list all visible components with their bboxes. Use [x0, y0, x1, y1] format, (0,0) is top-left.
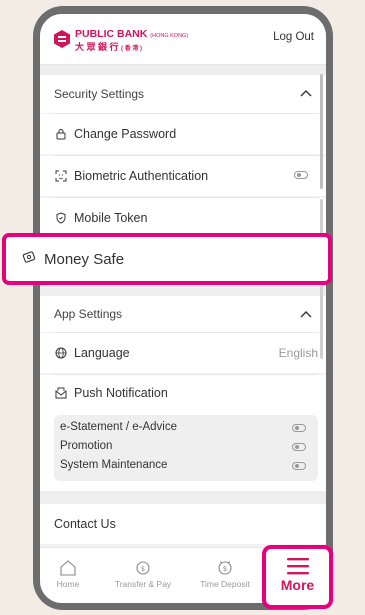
- bank-logo-icon: [54, 30, 70, 48]
- tab-label: Time Deposit: [200, 579, 250, 589]
- globe-icon: [54, 346, 68, 360]
- push-option-label: Promotion: [60, 440, 113, 452]
- biometric-authentication-item: Biometric Authentication: [40, 156, 326, 196]
- tab-transfer-pay[interactable]: $ Transfer & Pay: [108, 547, 178, 603]
- money-safe-label: Money Safe: [44, 250, 125, 268]
- menu-icon: [286, 558, 309, 575]
- push-option-estatement: e-Statement / e-Advice: [60, 421, 312, 439]
- security-settings-title: Security Settings: [54, 87, 145, 101]
- change-password-label: Change Password: [74, 127, 177, 141]
- section-gap: [40, 491, 326, 504]
- bank-region-en: (HONG KONG): [150, 33, 189, 39]
- bank-logo: PUBLIC BANK (HONG KONG) 大 眾 銀 行 ( 香 港 ): [53, 28, 221, 52]
- push-notification-label: Push Notification: [74, 386, 168, 400]
- lock-icon: [54, 127, 68, 141]
- scrollbar-thumb[interactable]: [320, 74, 323, 189]
- section-gap: [40, 65, 326, 75]
- more-label: More: [280, 577, 315, 593]
- language-label: Language: [74, 346, 130, 360]
- language-value: English: [278, 346, 318, 360]
- contact-us-label: Contact Us: [54, 517, 116, 531]
- mobile-token-label: Mobile Token: [74, 211, 148, 225]
- top-bar: PUBLIC BANK (HONG KONG) 大 眾 銀 行 ( 香 港 ) …: [40, 14, 326, 64]
- push-option-label: System Maintenance: [60, 459, 168, 471]
- safe-icon: [22, 250, 36, 268]
- mobile-token-item[interactable]: Mobile Token: [40, 198, 326, 238]
- bank-region-zh: ( 香 港 ): [121, 46, 143, 52]
- svg-text:$: $: [141, 565, 145, 573]
- contact-us-item[interactable]: Contact Us: [40, 504, 326, 544]
- chevron-up-icon: [300, 90, 312, 97]
- tab-label: Transfer & Pay: [114, 579, 172, 589]
- face-id-icon: [54, 169, 68, 183]
- time-deposit-icon: $: [218, 561, 232, 575]
- money-safe-item[interactable]: Money Safe: [2, 233, 332, 285]
- push-notification-item: Push Notification: [40, 375, 326, 411]
- app-settings-title: App Settings: [54, 307, 123, 321]
- push-option-label: e-Statement / e-Advice: [60, 421, 177, 433]
- promotion-toggle[interactable]: [292, 443, 306, 451]
- push-option-system-maintenance: System Maintenance: [60, 459, 312, 477]
- home-icon: [60, 560, 76, 576]
- logout-button[interactable]: Log Out: [273, 31, 314, 43]
- app-settings-header[interactable]: App Settings: [40, 296, 326, 332]
- shield-icon: [54, 211, 68, 225]
- tab-more[interactable]: More: [262, 545, 333, 609]
- bank-name-zh: 大 眾 銀 行: [75, 42, 119, 52]
- estatement-toggle[interactable]: [292, 424, 306, 432]
- biometric-toggle[interactable]: [294, 171, 308, 179]
- security-settings-header[interactable]: Security Settings: [40, 75, 326, 113]
- tab-home[interactable]: Home: [48, 547, 88, 603]
- push-option-promotion: Promotion: [60, 440, 312, 458]
- tab-label: Home: [56, 579, 80, 589]
- svg-text:$: $: [223, 565, 227, 573]
- system-maintenance-toggle[interactable]: [292, 462, 306, 470]
- language-item[interactable]: Language English: [40, 333, 326, 373]
- app-screen: PUBLIC BANK (HONG KONG) 大 眾 銀 行 ( 香 港 ) …: [40, 14, 326, 603]
- message-icon: [54, 386, 68, 400]
- transfer-pay-icon: $: [136, 561, 150, 575]
- change-password-item[interactable]: Change Password: [40, 114, 326, 154]
- push-options-panel: e-Statement / e-Advice Promotion System …: [54, 415, 318, 481]
- biometric-authentication-label: Biometric Authentication: [74, 169, 209, 183]
- chevron-up-icon: [300, 311, 312, 318]
- tab-time-deposit[interactable]: $ Time Deposit: [192, 547, 258, 603]
- bank-name-en: PUBLIC BANK: [75, 28, 148, 40]
